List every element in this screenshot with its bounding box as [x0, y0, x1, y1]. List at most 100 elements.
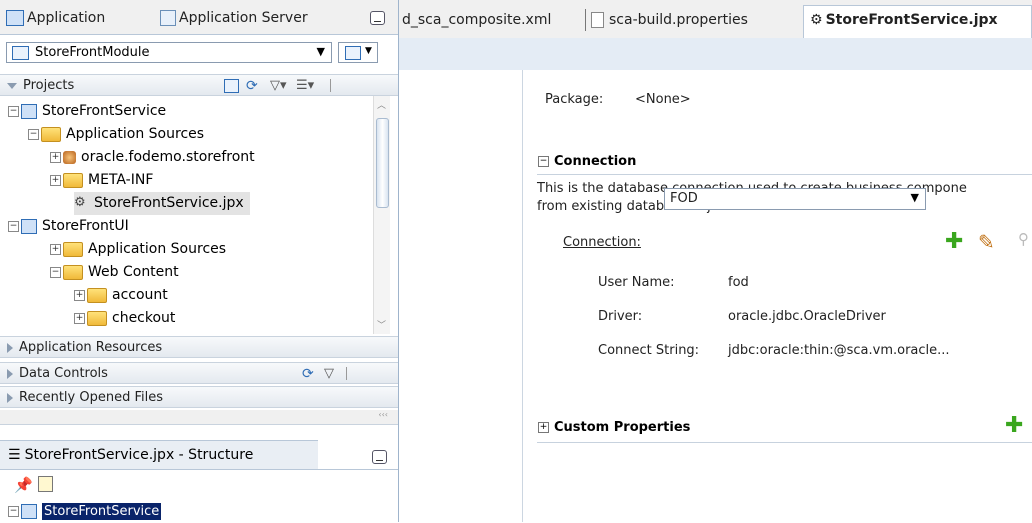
tab-application-server[interactable]: Application Server: [160, 6, 308, 30]
header-divider: [346, 367, 347, 380]
editor-tab-bar: d_sca_composite.xml sca-build.properties…: [399, 0, 1032, 39]
properties-file-icon: [591, 12, 604, 28]
pin-icon[interactable]: 📌: [14, 476, 33, 494]
tab-divider: [585, 9, 586, 31]
accordion-footer: ‹‹‹: [0, 410, 398, 425]
collapse-icon[interactable]: −: [28, 128, 39, 140]
refresh-search-icon[interactable]: [224, 79, 239, 93]
folder-icon: [63, 241, 83, 257]
folder-icon: [63, 172, 83, 188]
connection-value: FOD: [670, 191, 698, 206]
sync-icon[interactable]: ⟳: [246, 75, 258, 97]
module-icon: [12, 46, 29, 60]
expand-triangle-icon: [7, 342, 13, 353]
project-tree: − StoreFrontService − Application Sources …: [0, 97, 372, 335]
edit-connection-icon[interactable]: ✎: [978, 230, 995, 254]
jpx-overview-editor: Package: <None> − Connection This is the …: [523, 70, 1032, 522]
collapse-section-icon[interactable]: −: [538, 156, 549, 167]
connection-label: Connection:: [563, 235, 641, 250]
driver-value: oracle.jdbc.OracleDriver: [728, 309, 886, 324]
project-icon: [21, 103, 37, 119]
tree-node-application-sources[interactable]: − Application Sources: [28, 123, 204, 146]
application-server-icon: [160, 10, 176, 26]
tab-composite-xml[interactable]: d_sca_composite.xml: [402, 6, 551, 34]
expand-icon[interactable]: +: [74, 289, 85, 301]
connect-string-label: Connect String:: [598, 343, 700, 358]
collapse-icon[interactable]: −: [8, 505, 19, 517]
tree-node-package[interactable]: + oracle.fodemo.storefront: [50, 146, 255, 169]
tree-node-web-content[interactable]: − Web Content: [50, 261, 179, 284]
folder-icon: [87, 287, 107, 303]
custom-properties-divider: [537, 442, 1032, 443]
chevron-down-icon: ▼: [910, 191, 919, 204]
project-icon: [21, 503, 37, 519]
tab-storefrontservice-jpx[interactable]: ⚙ StoreFrontService.jpx: [803, 5, 1032, 38]
connect-string-value: jdbc:oracle:thin:@sca.vm.oracle...: [728, 343, 950, 358]
minimize-structure-button[interactable]: [372, 450, 387, 464]
more-arrows-icon[interactable]: ‹‹‹: [378, 410, 388, 419]
collapse-icon[interactable]: −: [50, 266, 61, 278]
connection-section-header[interactable]: − Connection: [538, 154, 636, 169]
scroll-up-icon[interactable]: ︿: [377, 98, 386, 111]
package-icon: [63, 150, 76, 164]
chevron-down-icon: ▼: [365, 46, 372, 56]
structure-pane: 📌 − StoreFrontService: [0, 469, 398, 523]
folder-icon: [63, 264, 83, 280]
scroll-down-icon[interactable]: ﹀: [377, 318, 386, 331]
edit-icon[interactable]: [38, 476, 53, 492]
tab-application[interactable]: Application: [6, 6, 105, 30]
sync-icon[interactable]: ⟳: [302, 363, 314, 385]
project-icon: [21, 218, 37, 234]
module-select[interactable]: StoreFrontModule ▼: [6, 42, 332, 63]
folder-icon: [41, 126, 61, 142]
expand-icon[interactable]: +: [50, 151, 61, 163]
chevron-down-icon: ▼: [316, 45, 325, 58]
tree-scrollbar[interactable]: ︿ ﹀: [373, 96, 390, 334]
minimize-navigator-button[interactable]: [370, 11, 385, 25]
tree-node-storefrontui[interactable]: − StoreFrontUI: [8, 215, 129, 238]
filter-icon[interactable]: ▽▾: [270, 75, 287, 97]
structure-icon: ☰: [8, 447, 21, 463]
browse-connection-icon[interactable]: ⚲: [1018, 230, 1029, 248]
tab-sca-build-properties[interactable]: sca-build.properties: [591, 6, 748, 34]
expand-section-icon[interactable]: +: [538, 422, 549, 433]
tree-node-account[interactable]: + account: [74, 284, 168, 307]
connection-divider: [537, 174, 1032, 175]
tree-node-checkout[interactable]: + checkout: [74, 307, 175, 330]
custom-properties-section-header[interactable]: + Custom Properties: [538, 420, 690, 435]
add-property-icon[interactable]: ✚: [1005, 415, 1023, 437]
expand-icon[interactable]: +: [50, 243, 61, 255]
tree-node-meta-inf[interactable]: + META-INF: [50, 169, 153, 192]
tree-node-storefrontservice-jpx[interactable]: ⚙ StoreFrontService.jpx: [74, 192, 250, 215]
expand-icon[interactable]: +: [74, 312, 85, 324]
application-navigator-icon: [6, 10, 24, 26]
working-set-button[interactable]: ▼: [338, 42, 378, 63]
sort-options-icon[interactable]: ☰▾: [296, 75, 314, 97]
package-value: <None>: [635, 92, 691, 107]
driver-label: Driver:: [598, 309, 643, 324]
accordion-application-resources[interactable]: Application Resources: [0, 336, 398, 358]
tab-structure[interactable]: ☰ StoreFrontService.jpx - Structure: [0, 440, 318, 469]
expand-triangle-icon: [7, 368, 13, 379]
collapse-icon[interactable]: −: [8, 220, 19, 232]
structure-root-node[interactable]: − StoreFrontService: [8, 500, 162, 523]
package-label: Package:: [545, 92, 604, 107]
expand-icon[interactable]: +: [50, 174, 61, 186]
expand-triangle-icon: [7, 392, 13, 403]
accordion-recently-opened-files[interactable]: Recently Opened Files: [0, 386, 398, 408]
tree-node-storefrontservice[interactable]: − StoreFrontService: [8, 100, 166, 123]
projects-header[interactable]: Projects ⟳ ▽▾ ☰▾: [0, 74, 398, 96]
editor-header-band: [399, 38, 1032, 70]
add-connection-icon[interactable]: ✚: [945, 231, 963, 253]
application-navigator-panel: Application Application Server StoreFron…: [0, 0, 399, 523]
scroll-thumb[interactable]: [376, 118, 389, 208]
jpx-file-icon: ⚙: [74, 195, 86, 210]
connection-select[interactable]: FOD ▼: [664, 188, 926, 210]
tree-node-ui-application-sources[interactable]: + Application Sources: [50, 238, 226, 261]
username-value: fod: [728, 275, 749, 290]
collapse-icon[interactable]: −: [8, 105, 19, 117]
username-label: User Name:: [598, 275, 675, 290]
accordion-data-controls[interactable]: Data Controls ⟳ ▽: [0, 362, 398, 384]
module-row: StoreFrontModule ▼ ▼: [0, 38, 398, 68]
filter-icon[interactable]: ▽: [324, 363, 334, 385]
